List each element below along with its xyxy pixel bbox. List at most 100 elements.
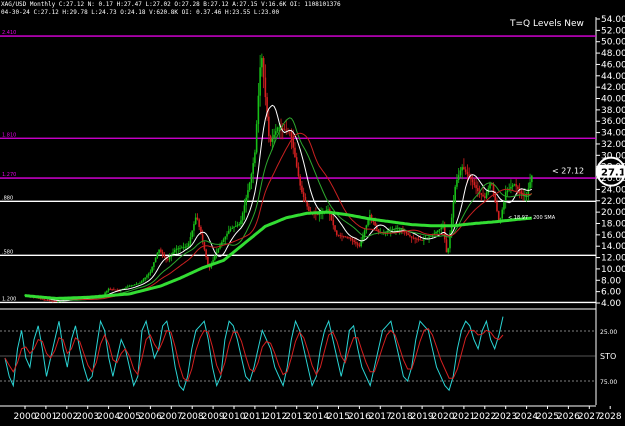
candle-body — [198, 219, 200, 227]
y-tick-label: 38.00 — [601, 106, 625, 116]
y-tick-label: 14.00 — [601, 242, 625, 252]
candle-body — [327, 209, 329, 211]
candle-body — [222, 239, 225, 243]
candle-body — [196, 217, 199, 220]
candle-body — [299, 176, 301, 186]
candle-body — [135, 284, 138, 285]
candle-body — [484, 196, 486, 198]
candle-body — [475, 185, 477, 189]
candle-body — [412, 237, 415, 239]
x-tick-label: 2021 — [452, 412, 475, 422]
candle-body — [374, 222, 376, 226]
x-tick-label: 2011 — [243, 412, 266, 422]
x-tick-label: 2005 — [118, 412, 141, 422]
x-tick-label: 2012 — [264, 412, 287, 422]
x-tick-label: 2025 — [536, 412, 559, 422]
level-label: .880 — [2, 195, 13, 201]
candle-body — [306, 201, 308, 207]
x-tick-label: 2002 — [55, 412, 78, 422]
candle-body — [52, 300, 54, 302]
candle-body — [261, 58, 263, 68]
candle-body — [318, 214, 321, 215]
y-tick-label: 6.00 — [601, 288, 621, 298]
candle-body — [236, 224, 239, 226]
candle-body — [194, 217, 197, 225]
x-tick-label: 2006 — [139, 412, 162, 422]
candle-body — [184, 246, 187, 248]
candle-body — [517, 186, 519, 189]
candle-body — [511, 185, 514, 187]
candle-body — [423, 239, 425, 241]
candle-body — [114, 289, 117, 291]
x-tick-label: 2014 — [306, 412, 329, 422]
candle-body — [337, 234, 340, 236]
candle-body — [254, 152, 256, 164]
candle-body — [48, 300, 51, 302]
level-label: 1.810 — [2, 132, 16, 138]
candle-body — [344, 236, 347, 238]
candle-body — [515, 184, 517, 187]
candle-body — [365, 225, 368, 231]
x-tick-label: 2020 — [432, 412, 455, 422]
last-price-value: 27.12 — [601, 168, 625, 179]
y-tick-label: 10.00 — [601, 265, 625, 275]
candle-body — [283, 129, 286, 130]
candle-body — [133, 284, 136, 286]
y-tick-label: 42.00 — [601, 83, 625, 93]
x-tick-label: 2000 — [14, 412, 37, 422]
candle-body — [255, 124, 258, 153]
candle-body — [489, 183, 491, 189]
y-tick-label: 54.00 — [601, 15, 625, 25]
candle-body — [410, 236, 413, 238]
level-label: 1.270 — [2, 172, 16, 178]
x-tick-label: 2028 — [599, 412, 622, 422]
candle-body — [149, 271, 152, 274]
candle-body — [463, 167, 465, 170]
candle-body — [466, 171, 469, 175]
candle-body — [177, 248, 180, 250]
y-tick-label: 4.00 — [601, 299, 621, 309]
y-tick-label: 46.00 — [601, 60, 625, 70]
candle-body — [301, 185, 303, 193]
candle-body — [464, 169, 467, 172]
candle-body — [510, 186, 512, 189]
chart-title: T=Q Levels New — [509, 19, 584, 29]
candle-body — [388, 232, 390, 233]
candle-body — [41, 298, 44, 300]
candle-body — [173, 249, 176, 253]
x-tick-label: 2008 — [181, 412, 204, 422]
candle-body — [353, 240, 355, 242]
candle-body — [355, 241, 357, 244]
candle-body — [271, 138, 274, 142]
candle-body — [419, 239, 422, 241]
candle-body — [139, 283, 141, 284]
y-tick-label: 32.00 — [601, 140, 625, 150]
candle-body — [154, 257, 157, 263]
candle-body — [459, 170, 462, 176]
candle-body — [238, 224, 241, 225]
candle-body — [531, 175, 533, 183]
y-tick-label: 34.00 — [601, 129, 625, 139]
candle-body — [358, 244, 361, 247]
x-tick-label: 2016 — [348, 412, 371, 422]
candle-body — [440, 227, 443, 230]
candle-body — [281, 128, 284, 130]
candle-body — [104, 292, 106, 295]
candle-body — [438, 229, 441, 231]
candle-body — [248, 182, 251, 191]
candle-body — [276, 127, 279, 132]
candle-body — [339, 235, 342, 237]
candle-body — [334, 225, 336, 231]
candle-body — [416, 238, 418, 240]
x-tick-label: 2013 — [285, 412, 308, 422]
candle-body — [158, 249, 160, 253]
y-tick-label: 36.00 — [601, 117, 625, 127]
candle-body — [330, 214, 333, 220]
candle-body — [264, 77, 267, 98]
candle-body — [163, 254, 166, 257]
candle-body — [182, 247, 185, 249]
y-tick-label: 40.00 — [601, 95, 625, 105]
candle-body — [106, 290, 108, 293]
candle-body — [240, 220, 242, 225]
y-tick-label: 16.00 — [601, 231, 625, 241]
